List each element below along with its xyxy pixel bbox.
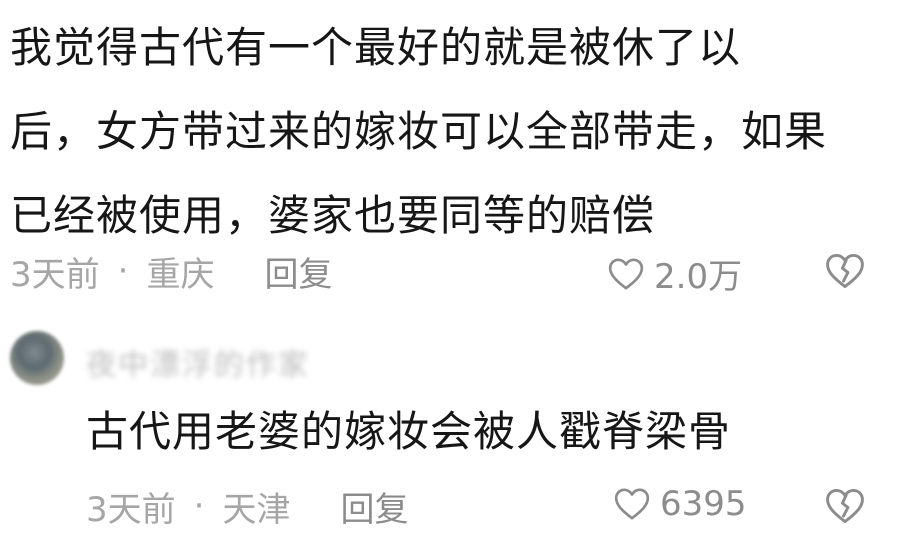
reply-time: 3天前 — [86, 489, 176, 530]
like-button[interactable]: 6395 — [612, 484, 747, 524]
reply-meta: 3天前 · 天津 回复 — [86, 481, 408, 531]
comment-text-line: 我觉得古代有一个最好的就是被休了以 — [10, 23, 742, 72]
comment-text: 我觉得古代有一个最好的就是被休了以 后，女方带过来的嫁妆可以全部带走，如果 已经… — [10, 6, 905, 258]
like-button[interactable]: 2.0万 — [606, 249, 742, 298]
meta-separator: · — [193, 486, 205, 526]
like-count: 6395 — [660, 484, 747, 524]
like-count: 2.0万 — [654, 257, 743, 297]
broken-heart-icon[interactable] — [823, 484, 867, 528]
comment-time: 3天前 — [10, 254, 100, 295]
broken-heart-icon[interactable] — [823, 249, 867, 293]
username[interactable]: 夜中漂浮的作家 — [86, 340, 310, 384]
comment-location: 重庆 — [146, 254, 215, 295]
reply-button[interactable]: 回复 — [340, 482, 408, 531]
reply-text: 古代用老婆的嫁妆会被人戳脊梁骨 — [86, 407, 732, 456]
meta-separator: · — [117, 251, 129, 291]
avatar[interactable] — [10, 331, 64, 385]
reply-location: 天津 — [222, 489, 291, 530]
heart-icon — [614, 488, 650, 520]
reply-button[interactable]: 回复 — [264, 247, 332, 296]
comment-meta: 3天前 · 重庆 回复 — [10, 246, 332, 296]
comment-text-line: 后，女方带过来的嫁妆可以全部带走，如果 — [10, 107, 828, 156]
heart-icon — [608, 258, 644, 289]
